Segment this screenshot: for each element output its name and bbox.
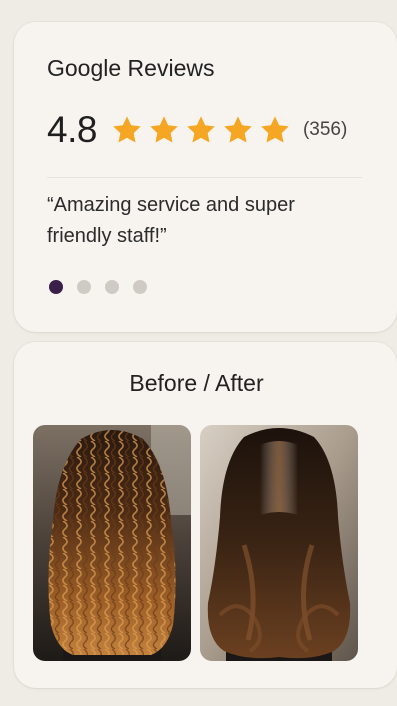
star-rating — [111, 114, 296, 146]
rating-value: 4.8 — [47, 109, 97, 150]
rating-row: 4.8 (356) — [47, 109, 347, 150]
star-icon — [187, 116, 215, 143]
pagination-dot-4[interactable] — [133, 280, 147, 294]
pagination-dot-3[interactable] — [105, 280, 119, 294]
after-hair-photo[interactable] — [200, 425, 358, 661]
pagination-dot-1[interactable] — [49, 280, 63, 294]
star-icon — [224, 116, 252, 143]
before-after-card: Before / After — [14, 342, 397, 688]
before-hair-photo[interactable] — [33, 425, 191, 661]
star-icon — [261, 116, 289, 143]
divider — [47, 177, 362, 178]
google-reviews-card: Google Reviews 4.8 (356) “Amazing servic… — [14, 22, 397, 332]
carousel-pagination — [49, 280, 161, 294]
review-count[interactable]: (356) — [303, 119, 347, 141]
star-icon — [113, 116, 141, 143]
reviews-title: Google Reviews — [47, 55, 215, 81]
star-icon — [150, 116, 178, 143]
before-after-title: Before / After — [129, 370, 264, 396]
review-quote: “Amazing service and super friendly staf… — [47, 194, 295, 247]
pagination-dot-2[interactable] — [77, 280, 91, 294]
